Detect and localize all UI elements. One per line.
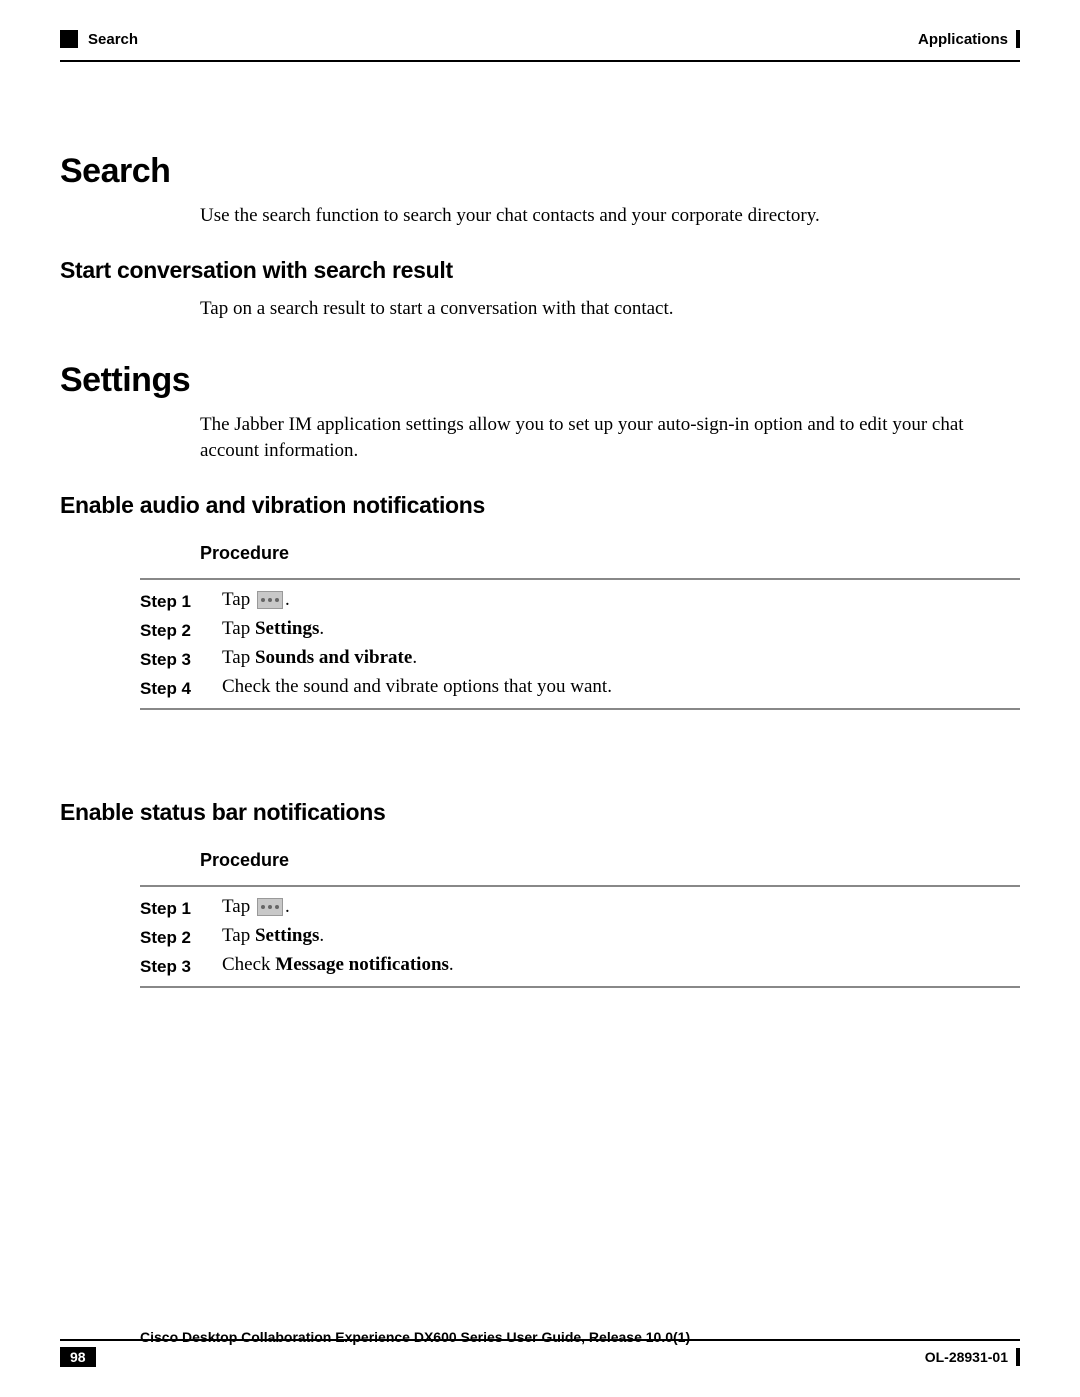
- footer-right: OL-28931-01: [925, 1348, 1020, 1366]
- header-left-text: Search: [88, 31, 138, 48]
- step-label: Step 1: [140, 586, 222, 615]
- step-row: Step 3 Tap Sounds and vibrate.: [140, 644, 1020, 673]
- step-rule: [140, 708, 1020, 710]
- header-rule: [60, 60, 1020, 62]
- footer: Cisco Desktop Collaboration Experience D…: [60, 1339, 1020, 1367]
- step-prefix: Check: [222, 954, 275, 975]
- step-bold: Settings: [255, 618, 319, 639]
- spacer: [60, 331, 1020, 361]
- footer-line: 98 OL-28931-01: [60, 1347, 1020, 1367]
- audio-steps: Step 1 Tap . Step 2 Tap Settings. Step 3…: [140, 578, 1020, 710]
- page-number: 98: [60, 1347, 96, 1367]
- step-prefix: Tap: [222, 647, 255, 668]
- step-row: Step 4 Check the sound and vibrate optio…: [140, 673, 1020, 702]
- step-body: Tap .: [222, 893, 1020, 922]
- search-intro: Use the search function to search your c…: [200, 203, 1020, 229]
- step-body: Tap Sounds and vibrate.: [222, 644, 1020, 673]
- step-prefix: Tap: [222, 896, 255, 917]
- start-conversation-text: Tap on a search result to start a conver…: [200, 296, 1020, 322]
- footer-left: 98: [60, 1347, 112, 1367]
- content: Search Use the search function to search…: [60, 152, 1020, 988]
- heading-start-conversation: Start conversation with search result: [60, 257, 1020, 284]
- step-prefix: Tap: [222, 618, 255, 639]
- step-label: Step 2: [140, 922, 222, 951]
- footer-bar-icon: [1016, 1348, 1020, 1366]
- step-row: Step 3 Check Message notifications.: [140, 951, 1020, 980]
- step-body: Check the sound and vibrate options that…: [222, 673, 1020, 702]
- step-suffix: .: [449, 954, 454, 975]
- heading-enable-status: Enable status bar notifications: [60, 799, 1020, 826]
- spacer: [60, 716, 1020, 771]
- step-suffix: .: [285, 896, 290, 917]
- step-suffix: .: [319, 925, 324, 946]
- procedure-label: Procedure: [200, 850, 1020, 871]
- step-label: Step 4: [140, 673, 222, 702]
- doc-id: OL-28931-01: [925, 1349, 1008, 1365]
- step-row: Step 2 Tap Settings.: [140, 615, 1020, 644]
- step-prefix: Tap: [222, 925, 255, 946]
- step-bold: Settings: [255, 925, 319, 946]
- header-right-text: Applications: [918, 31, 1008, 48]
- step-suffix: .: [285, 589, 290, 610]
- step-label: Step 3: [140, 951, 222, 980]
- step-bold: Message notifications: [275, 954, 449, 975]
- running-header: Search Applications: [60, 30, 1020, 54]
- heading-search: Search: [60, 152, 1020, 191]
- procedure-label: Procedure: [200, 543, 1020, 564]
- step-label: Step 3: [140, 644, 222, 673]
- step-rule: [140, 986, 1020, 988]
- step-label: Step 1: [140, 893, 222, 922]
- more-icon: [257, 591, 283, 609]
- header-left: Search: [60, 30, 138, 48]
- header-right: Applications: [918, 30, 1020, 48]
- step-bold: Sounds and vibrate: [255, 647, 412, 668]
- step-prefix: Tap: [222, 589, 255, 610]
- step-body: Check Message notifications.: [222, 951, 1020, 980]
- status-steps: Step 1 Tap . Step 2 Tap Settings. Step 3…: [140, 885, 1020, 988]
- page: Search Applications Search Use the searc…: [0, 0, 1080, 1397]
- step-body: Tap Settings.: [222, 922, 1020, 951]
- status-procedure: Procedure: [200, 850, 1020, 871]
- step-body: Tap .: [222, 586, 1020, 615]
- steps-table: Step 1 Tap . Step 2 Tap Settings. Step 3…: [140, 586, 1020, 702]
- step-label: Step 2: [140, 615, 222, 644]
- more-icon: [257, 898, 283, 916]
- step-suffix: .: [319, 618, 324, 639]
- header-marker-icon: [60, 30, 78, 48]
- step-suffix: .: [412, 647, 417, 668]
- step-row: Step 1 Tap .: [140, 586, 1020, 615]
- step-text: Check the sound and vibrate options that…: [222, 676, 612, 697]
- header-bar-icon: [1016, 30, 1020, 48]
- step-rule: [140, 578, 1020, 580]
- heading-settings: Settings: [60, 361, 1020, 400]
- step-row: Step 2 Tap Settings.: [140, 922, 1020, 951]
- step-body: Tap Settings.: [222, 615, 1020, 644]
- heading-enable-audio: Enable audio and vibration notifications: [60, 492, 1020, 519]
- settings-intro: The Jabber IM application settings allow…: [200, 412, 1020, 463]
- footer-title: Cisco Desktop Collaboration Experience D…: [140, 1329, 690, 1345]
- audio-procedure: Procedure: [200, 543, 1020, 564]
- step-row: Step 1 Tap .: [140, 893, 1020, 922]
- steps-table: Step 1 Tap . Step 2 Tap Settings. Step 3…: [140, 893, 1020, 980]
- step-rule: [140, 885, 1020, 887]
